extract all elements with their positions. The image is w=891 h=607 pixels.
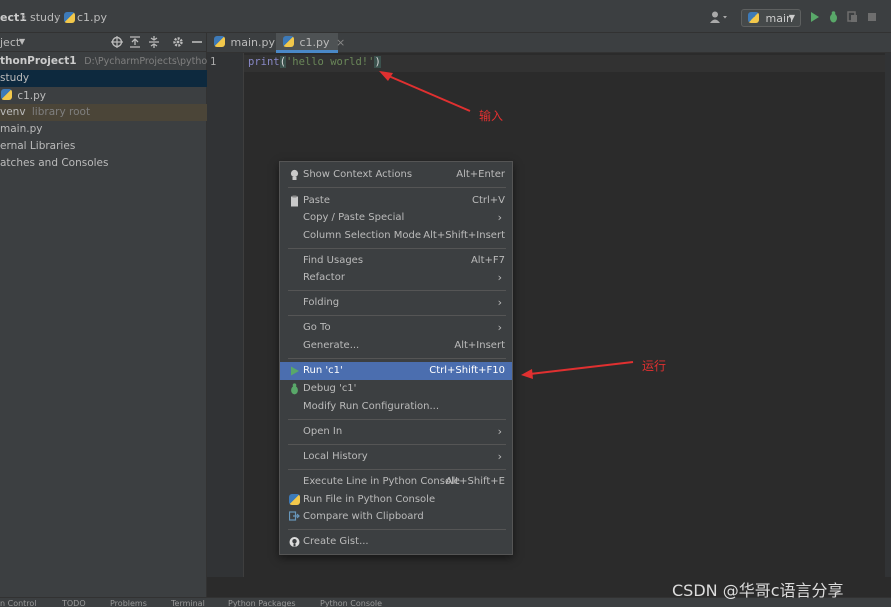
tool-python-packages[interactable]: Python Packages	[228, 599, 296, 607]
tool-todo[interactable]: TODO	[62, 599, 86, 607]
arrow-to-code	[383, 73, 471, 112]
annotation-input-label: 输入	[479, 109, 504, 123]
watermark: CSDN @华哥c语言分享	[672, 581, 844, 600]
tool-version-control[interactable]: n Control	[0, 599, 37, 607]
tool-problems[interactable]: Problems	[110, 599, 147, 607]
tool-python-console[interactable]: Python Console	[320, 599, 382, 607]
arrow-to-run-item	[529, 361, 634, 375]
annotation-arrows	[379, 71, 634, 379]
annotation-run-label: 运行	[642, 359, 667, 373]
arrow-to-run-item-head	[521, 369, 533, 379]
arrow-to-code-head	[379, 71, 393, 81]
tool-terminal[interactable]: Terminal	[171, 599, 205, 607]
